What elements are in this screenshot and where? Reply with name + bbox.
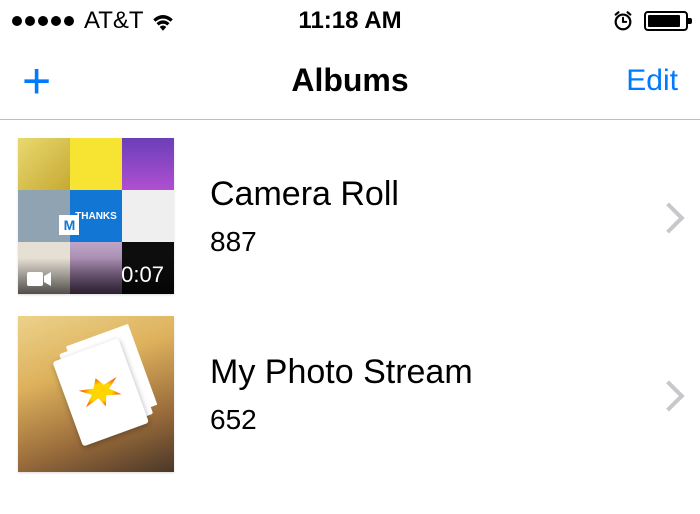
chevron-right-icon — [658, 375, 680, 413]
edit-button[interactable]: Edit — [626, 64, 678, 98]
video-camera-icon — [26, 270, 52, 288]
wifi-icon — [150, 11, 176, 31]
album-count: 652 — [210, 404, 658, 436]
add-album-button[interactable]: + — [22, 56, 51, 106]
album-count: 887 — [210, 226, 658, 258]
chevron-right-icon — [658, 197, 680, 235]
alarm-icon — [612, 10, 634, 32]
album-title: My Photo Stream — [210, 353, 658, 392]
status-left: AT&T — [12, 7, 176, 35]
page-title: Albums — [291, 62, 408, 99]
album-info: My Photo Stream 652 — [210, 353, 658, 436]
carrier-label: AT&T — [84, 7, 144, 35]
status-right — [612, 10, 688, 32]
nav-bar: + Albums Edit — [0, 42, 700, 120]
clock-time: 11:18 AM — [298, 7, 401, 35]
signal-strength-icon — [12, 16, 74, 26]
album-title: Camera Roll — [210, 175, 658, 214]
video-overlay: 0:07 — [18, 258, 174, 294]
album-thumbnail — [18, 316, 174, 472]
album-thumbnail: THANKS M 0:07 — [18, 138, 174, 294]
album-row-photo-stream[interactable]: My Photo Stream 652 — [0, 316, 700, 494]
battery-icon — [644, 11, 688, 31]
albums-list: THANKS M 0:07 Camera Roll 887 My Photo S… — [0, 120, 700, 494]
album-row-camera-roll[interactable]: THANKS M 0:07 Camera Roll 887 — [0, 138, 700, 316]
video-duration: 0:07 — [121, 262, 164, 288]
status-bar: AT&T 11:18 AM — [0, 0, 700, 42]
album-info: Camera Roll 887 — [210, 175, 658, 258]
